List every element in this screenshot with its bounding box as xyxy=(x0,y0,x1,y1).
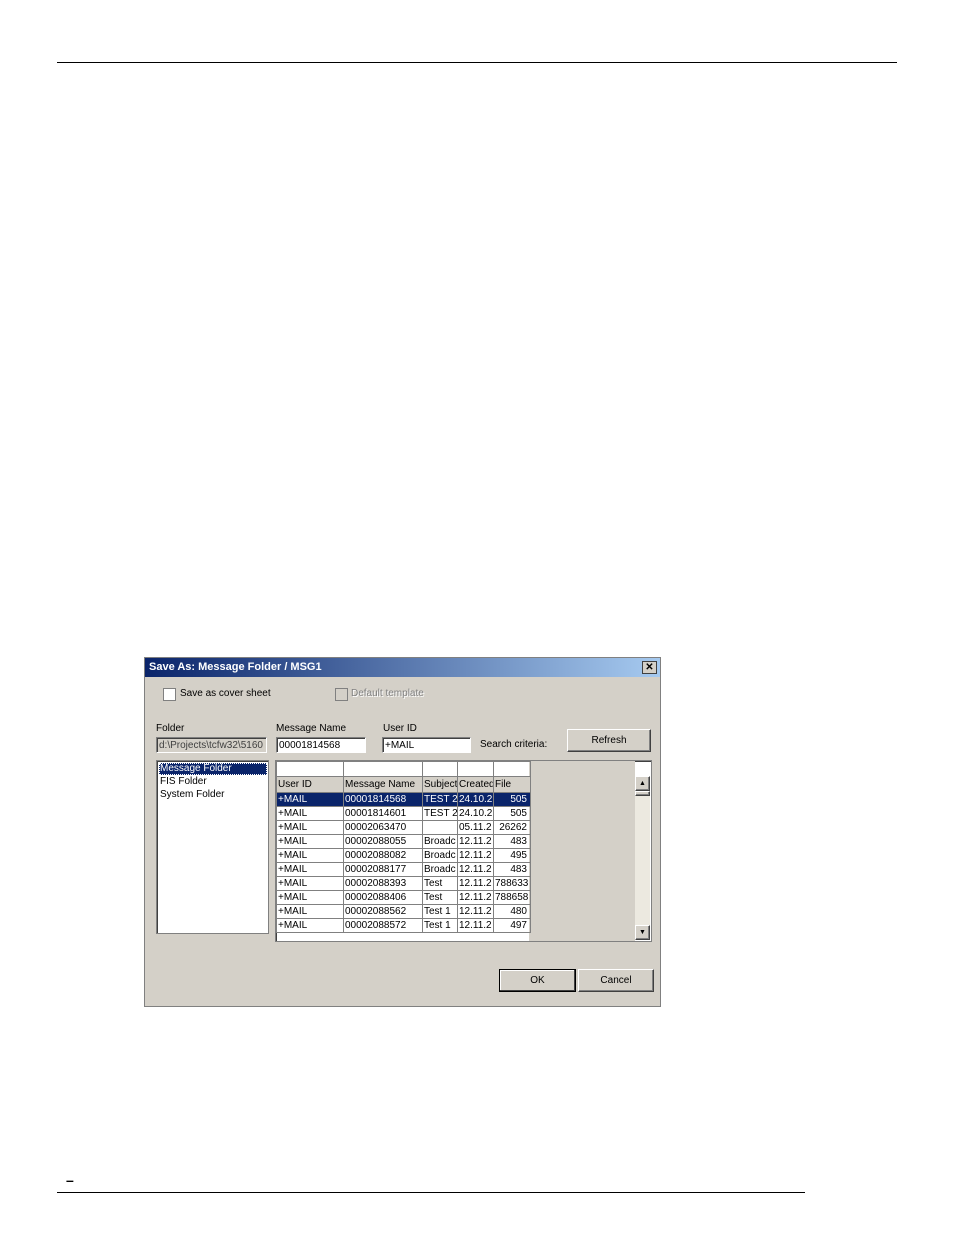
table-row[interactable]: +MAIL 00002088406 Test 12.11.2 788658 xyxy=(276,890,531,905)
default-template-label: Default template xyxy=(351,688,424,699)
table-cell: 00002088562 xyxy=(343,904,423,919)
table-cell: 00002088406 xyxy=(343,890,423,905)
default-template-checkbox[interactable] xyxy=(335,688,348,701)
table-cell: 00002088177 xyxy=(343,862,423,877)
table-cell: Test xyxy=(422,890,458,905)
message-table: User ID Message Name Subject Created File +M… xyxy=(276,761,531,933)
table-cell xyxy=(422,820,458,835)
table-cell: 00002088055 xyxy=(343,834,423,849)
table-cell: 788633 xyxy=(493,876,531,891)
table-cell: 12.11.2 xyxy=(457,904,494,919)
folder-label: Folder xyxy=(156,723,185,734)
cancel-button[interactable]: Cancel xyxy=(578,969,654,992)
save-as-dialog: Save As: Message Folder / MSG1 ✕ Save as… xyxy=(144,657,661,1007)
folder-item-system[interactable]: System Folder xyxy=(157,788,268,801)
table-cell: 495 xyxy=(493,848,531,863)
table-cell: 483 xyxy=(493,862,531,877)
folder-list[interactable]: Message Folder FIS Folder System Folder xyxy=(156,760,269,934)
header-rule xyxy=(57,62,897,63)
blank-header-row xyxy=(276,761,531,777)
user-id-label: User ID xyxy=(383,723,417,734)
table-cell: Test 1 xyxy=(422,904,458,919)
table-cell: 24.10.2 xyxy=(457,806,494,821)
scroll-down-icon[interactable]: ▼ xyxy=(635,925,650,940)
column-header[interactable]: User ID xyxy=(276,776,344,793)
dialog-title: Save As: Message Folder / MSG1 xyxy=(145,658,660,677)
table-cell: 12.11.2 xyxy=(457,890,494,905)
folder-item-fis[interactable]: FIS Folder xyxy=(157,775,268,788)
table-cell: 00002088393 xyxy=(343,876,423,891)
table-cell: +MAIL xyxy=(276,876,344,891)
table-cell: 00002088082 xyxy=(343,848,423,863)
table-cell: +MAIL xyxy=(276,820,344,835)
table-row[interactable]: +MAIL 00001814601 TEST 2 24.10.2 505 xyxy=(276,806,531,821)
table-cell: Broadc xyxy=(422,848,458,863)
column-header[interactable]: Created xyxy=(457,776,494,793)
footer-rule xyxy=(57,1192,805,1193)
footer-mark: – xyxy=(66,1172,74,1188)
scroll-up-icon[interactable]: ▲ xyxy=(635,776,650,791)
refresh-button[interactable]: Refresh xyxy=(567,729,651,752)
table-row[interactable]: +MAIL 00002063470 05.11.2 26262 xyxy=(276,820,531,835)
table-cell: +MAIL xyxy=(276,834,344,849)
table-cell: 788658 xyxy=(493,890,531,905)
table-cell: +MAIL xyxy=(276,904,344,919)
table-row[interactable]: +MAIL 00002088055 Broadc 12.11.2 483 xyxy=(276,834,531,849)
table-cell: 05.11.2 xyxy=(457,820,494,835)
column-header[interactable]: File xyxy=(493,776,531,793)
message-name-label: Message Name xyxy=(276,723,347,734)
table-cell: 497 xyxy=(493,918,531,933)
user-id-input[interactable]: +MAIL xyxy=(382,737,471,753)
table-cell: 12.11.2 xyxy=(457,918,494,933)
message-grid[interactable]: User ID Message Name Subject Created File +M… xyxy=(275,760,652,942)
table-cell: 505 xyxy=(493,792,531,807)
message-name-input[interactable]: 00001814568 xyxy=(276,737,366,753)
table-cell: TEST 2 xyxy=(422,792,458,807)
table-cell: 483 xyxy=(493,834,531,849)
save-as-cover-sheet-label: Save as cover sheet xyxy=(180,688,271,699)
table-cell: Test 1 xyxy=(422,918,458,933)
save-as-cover-sheet-checkbox[interactable] xyxy=(163,688,176,701)
table-cell: 00001814568 xyxy=(343,792,423,807)
table-cell: 00002063470 xyxy=(343,820,423,835)
table-row[interactable]: +MAIL 00002088562 Test 1 12.11.2 480 xyxy=(276,904,531,919)
folder-field[interactable]: d:\Projects\tcfw32\5160 xyxy=(156,737,267,753)
table-cell: 00002088572 xyxy=(343,918,423,933)
table-cell: 12.11.2 xyxy=(457,834,494,849)
table-cell: +MAIL xyxy=(276,848,344,863)
ok-button[interactable]: OK xyxy=(499,969,576,992)
grid-empty-area xyxy=(529,761,635,941)
table-cell: 12.11.2 xyxy=(457,848,494,863)
vertical-scrollbar[interactable]: ▲ ▼ xyxy=(635,776,650,940)
column-headers: User ID Message Name Subject Created File xyxy=(276,776,531,793)
table-row[interactable]: +MAIL 00001814568 TEST 2 24.10.2 505 xyxy=(276,792,531,807)
table-cell: 480 xyxy=(493,904,531,919)
table-cell: +MAIL xyxy=(276,792,344,807)
table-row[interactable]: +MAIL 00002088393 Test 12.11.2 788633 xyxy=(276,876,531,891)
table-cell: Broadc xyxy=(422,862,458,877)
table-cell: Broadc xyxy=(422,834,458,849)
table-cell: 24.10.2 xyxy=(457,792,494,807)
table-cell: +MAIL xyxy=(276,890,344,905)
table-row[interactable]: +MAIL 00002088572 Test 1 12.11.2 497 xyxy=(276,918,531,933)
column-header[interactable]: Subject xyxy=(422,776,458,793)
scroll-thumb[interactable] xyxy=(635,791,650,796)
column-header[interactable]: Message Name xyxy=(343,776,423,793)
table-cell: 505 xyxy=(493,806,531,821)
table-cell: +MAIL xyxy=(276,918,344,933)
table-cell: TEST 2 xyxy=(422,806,458,821)
table-cell: Test xyxy=(422,876,458,891)
search-criteria-label: Search criteria: xyxy=(480,739,548,750)
table-cell: 00001814601 xyxy=(343,806,423,821)
close-icon[interactable]: ✕ xyxy=(642,661,657,674)
table-cell: +MAIL xyxy=(276,806,344,821)
table-row[interactable]: +MAIL 00002088082 Broadc 12.11.2 495 xyxy=(276,848,531,863)
table-cell: 26262 xyxy=(493,820,531,835)
table-cell: 12.11.2 xyxy=(457,876,494,891)
folder-item-message[interactable]: Message Folder xyxy=(159,763,267,775)
table-row[interactable]: +MAIL 00002088177 Broadc 12.11.2 483 xyxy=(276,862,531,877)
table-cell: 12.11.2 xyxy=(457,862,494,877)
table-cell: +MAIL xyxy=(276,862,344,877)
